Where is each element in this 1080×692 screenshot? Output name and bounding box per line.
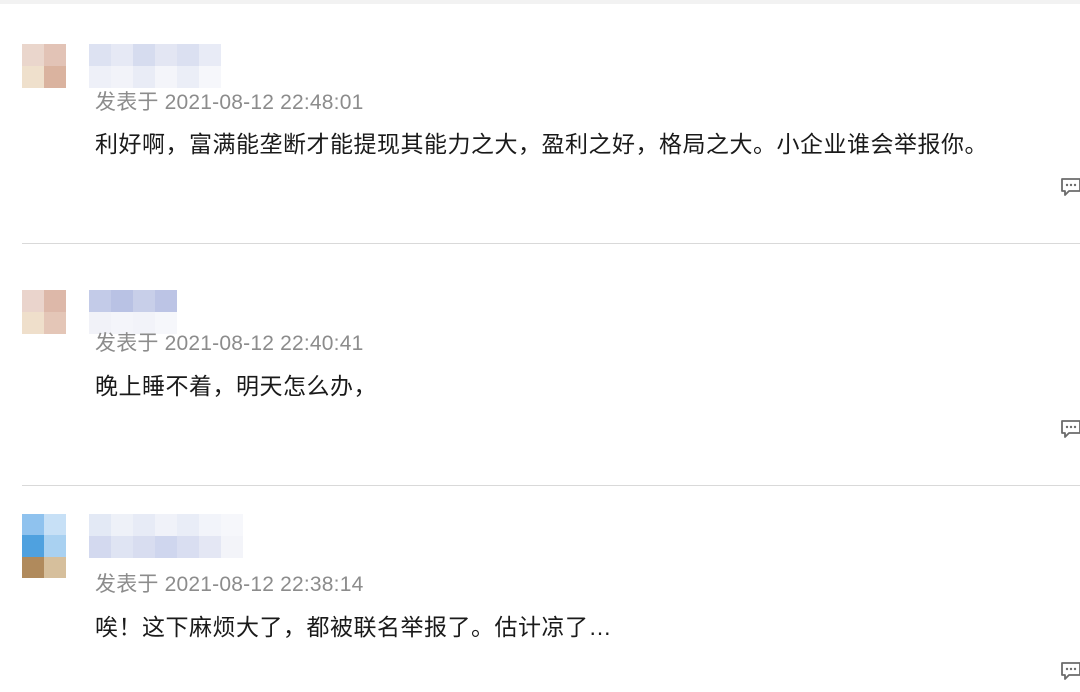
username-redacted[interactable]: [89, 514, 243, 558]
meta-prefix: 发表于: [95, 573, 159, 596]
divider: [22, 485, 1080, 486]
comment-item: 发表于 2021-08-12 22:38:14 唉！这下麻烦大了，都被联名举报了…: [0, 0, 1080, 680]
comment-meta: 发表于 2021-08-12 22:38:14: [95, 568, 363, 598]
comment-reply-icon[interactable]: [1060, 418, 1080, 440]
comment-content: 唉！这下麻烦大了，都被联名举报了。估计凉了…: [95, 614, 612, 640]
comment-timestamp: 2021-08-12 22:40:41: [164, 332, 364, 355]
avatar[interactable]: [22, 514, 66, 578]
comment-reply-icon[interactable]: [1060, 660, 1080, 682]
divider: [22, 243, 1080, 244]
comment-timestamp: 2021-08-12 22:38:14: [164, 573, 364, 596]
comment-meta: 发表于 2021-08-12 22:40:41: [95, 327, 363, 357]
comment-content: 晚上睡不着，明天怎么办，: [95, 373, 377, 399]
meta-prefix: 发表于: [95, 332, 159, 355]
avatar[interactable]: [22, 290, 66, 334]
